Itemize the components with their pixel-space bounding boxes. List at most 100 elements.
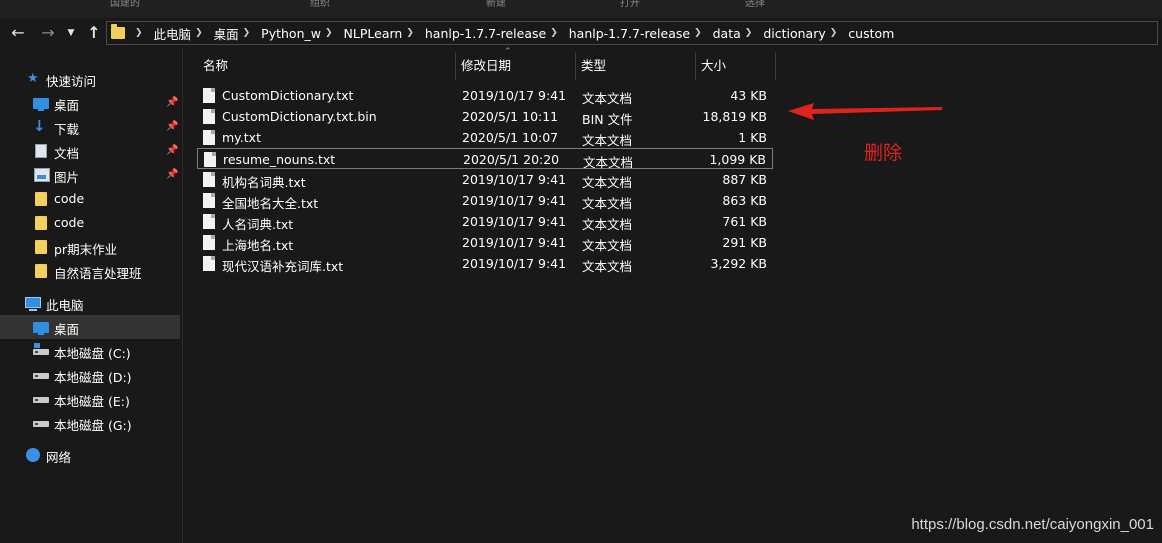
breadcrumb-item[interactable]: data — [713, 26, 741, 41]
sidebar-item-label: 自然语言处理班 — [54, 266, 142, 281]
text-file-icon — [204, 152, 216, 167]
sidebar-item-label: 网络 — [46, 450, 72, 465]
sidebar-item-desktop[interactable]: 桌面 📌 — [0, 91, 180, 115]
sidebar-item-quick-access[interactable]: ★ 快速访问 — [0, 67, 180, 91]
file-row[interactable]: CustomDictionary.txt.bin 2020/5/1 10:11 … — [197, 106, 773, 127]
file-icon — [203, 109, 215, 124]
sidebar-item-drive-g[interactable]: 本地磁盘 (G:) — [0, 411, 180, 435]
chevron-right-icon[interactable]: ❯ — [195, 28, 203, 38]
file-row[interactable]: 现代汉语补充词库.txt 2019/10/17 9:41 文本文档 3,292 … — [197, 253, 773, 274]
breadcrumb-item[interactable]: dictionary — [763, 26, 825, 41]
sidebar-item-pr-homework[interactable]: pr期末作业 — [0, 235, 180, 259]
column-header-size[interactable]: 大小 — [695, 48, 775, 80]
sidebar-item-network[interactable]: 网络 — [0, 443, 180, 467]
sidebar-item-label: 本地磁盘 (E:) — [54, 394, 130, 409]
sidebar-item-drive-d[interactable]: 本地磁盘 (D:) — [0, 363, 180, 387]
folder-icon — [35, 216, 47, 230]
sidebar-item-drive-e[interactable]: 本地磁盘 (E:) — [0, 387, 180, 411]
breadcrumb-item[interactable]: 桌面 — [214, 24, 239, 43]
breadcrumb-item[interactable]: NLPLearn — [344, 26, 403, 41]
file-type: 文本文档 — [582, 175, 633, 190]
sidebar-item-nlp-class[interactable]: 自然语言处理班 — [0, 259, 180, 283]
sidebar-item-label: 桌面 — [54, 322, 80, 337]
chevron-right-icon[interactable]: ❯ — [550, 28, 558, 38]
pin-icon[interactable]: 📌 — [166, 97, 178, 108]
file-name: 机构名词典.txt — [222, 175, 306, 190]
column-header-type[interactable]: 类型 — [575, 48, 695, 80]
sidebar-item-desktop[interactable]: 桌面 — [0, 315, 180, 339]
sidebar-item-code[interactable]: code — [0, 187, 180, 211]
file-row[interactable]: CustomDictionary.txt 2019/10/17 9:41 文本文… — [197, 85, 773, 106]
ribbon-strip: 国建的 组织 新建 打开 选择 — [0, 0, 1162, 18]
sidebar-item-documents[interactable]: 文档 📌 — [0, 139, 180, 163]
drive-icon — [33, 373, 49, 379]
download-icon: ↓ — [33, 117, 46, 135]
sidebar-item-label: 桌面 — [54, 98, 80, 113]
file-name: 人名词典.txt — [222, 217, 294, 232]
file-size: 1,099 KB — [709, 152, 766, 167]
column-header-name[interactable]: 名称 — [197, 48, 455, 80]
file-date: 2019/10/17 9:41 — [462, 214, 567, 229]
file-name: CustomDictionary.txt — [222, 88, 354, 103]
breadcrumb-item[interactable]: hanlp-1.7.7-release — [425, 26, 546, 41]
sidebar-item-drive-c[interactable]: 本地磁盘 (C:) — [0, 339, 180, 363]
file-name: 全国地名大全.txt — [222, 196, 319, 211]
column-separator[interactable] — [775, 52, 776, 80]
file-date: 2020/5/1 20:20 — [463, 152, 560, 167]
file-row[interactable]: 机构名词典.txt 2019/10/17 9:41 文本文档 887 KB — [197, 169, 773, 190]
text-file-icon — [203, 256, 215, 271]
sidebar-item-this-pc[interactable]: 此电脑 — [0, 291, 180, 315]
annotation-label: 删除 — [864, 142, 903, 164]
file-row[interactable]: 人名词典.txt 2019/10/17 9:41 文本文档 761 KB — [197, 211, 773, 232]
breadcrumb-item[interactable]: hanlp-1.7.7-release — [569, 26, 690, 41]
breadcrumb-item[interactable]: custom — [848, 26, 894, 41]
folder-icon — [35, 192, 47, 206]
ribbon-label: 打开 — [620, 0, 640, 9]
address-bar[interactable]: ❯ 此电脑 ❯ 桌面 ❯ Python_w ❯ NLPLearn ❯ hanlp… — [106, 21, 1158, 45]
pane-divider[interactable] — [182, 48, 183, 543]
file-date: 2019/10/17 9:41 — [462, 193, 567, 208]
sidebar-item-label: 本地磁盘 (C:) — [54, 346, 131, 361]
sidebar-item-label: 本地磁盘 (G:) — [54, 418, 132, 433]
computer-icon — [25, 297, 41, 311]
file-row[interactable]: resume_nouns.txt 2020/5/1 20:20 文本文档 1,0… — [197, 148, 773, 170]
sidebar-item-label: 此电脑 — [46, 298, 84, 313]
desktop-icon — [33, 322, 49, 335]
pin-icon[interactable]: 📌 — [166, 121, 178, 132]
picture-icon — [34, 168, 50, 182]
file-row[interactable]: my.txt 2020/5/1 10:07 文本文档 1 KB — [197, 127, 773, 148]
column-header-row: ⌃ 名称 修改日期 类型 大小 — [183, 47, 1162, 80]
drive-icon — [33, 343, 49, 355]
file-size: 761 KB — [722, 214, 767, 229]
arrow-left-icon[interactable]: ← — [8, 22, 28, 44]
ribbon-label: 新建 — [486, 0, 506, 9]
text-file-icon — [203, 235, 215, 250]
sidebar-item-code[interactable]: code — [0, 211, 180, 235]
arrow-right-icon[interactable]: → — [38, 22, 58, 44]
sidebar-item-label: code — [54, 215, 85, 230]
pin-icon[interactable]: 📌 — [166, 169, 178, 180]
file-type: 文本文档 — [582, 238, 633, 253]
chevron-right-icon[interactable]: ❯ — [243, 28, 251, 38]
file-name: my.txt — [222, 130, 261, 145]
sidebar-item-downloads[interactable]: ↓ 下载 📌 — [0, 115, 180, 139]
chevron-right-icon[interactable]: ❯ — [325, 28, 333, 38]
sidebar-item-pictures[interactable]: 图片 📌 — [0, 163, 180, 187]
file-type: 文本文档 — [582, 91, 633, 106]
pin-icon[interactable]: 📌 — [166, 145, 178, 156]
column-header-date[interactable]: 修改日期 — [455, 48, 575, 80]
chevron-down-icon[interactable]: ▼ — [64, 22, 78, 44]
chevron-right-icon[interactable]: ❯ — [406, 28, 414, 38]
text-file-icon — [203, 172, 215, 187]
chevron-right-icon[interactable]: ❯ — [745, 28, 753, 38]
file-row[interactable]: 全国地名大全.txt 2019/10/17 9:41 文本文档 863 KB — [197, 190, 773, 211]
ribbon-label: 国建的 — [110, 0, 140, 9]
breadcrumb-item[interactable]: Python_w — [261, 26, 321, 41]
file-row[interactable]: 上海地名.txt 2019/10/17 9:41 文本文档 291 KB — [197, 232, 773, 253]
file-date: 2020/5/1 10:11 — [462, 109, 559, 124]
chevron-right-icon[interactable]: ❯ — [135, 28, 143, 38]
chevron-right-icon[interactable]: ❯ — [694, 28, 702, 38]
breadcrumb-item[interactable]: 此电脑 — [154, 24, 192, 43]
arrow-up-icon[interactable]: ↑ — [84, 22, 104, 44]
chevron-right-icon[interactable]: ❯ — [830, 28, 838, 38]
